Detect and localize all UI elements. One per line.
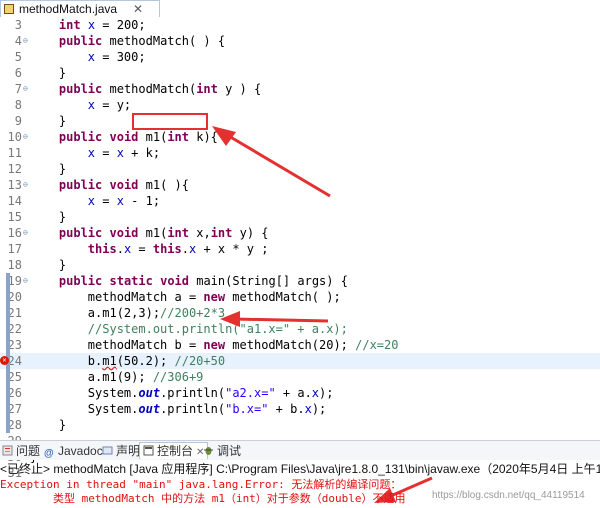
tab-javadoc-label: Javadoc [58, 444, 103, 458]
debug-icon [204, 447, 213, 455]
tab-debug[interactable]: 调试 [203, 443, 241, 459]
tab-javadoc[interactable]: @ Javadoc [44, 443, 103, 459]
arrow-to-error-call [220, 311, 329, 327]
tab-declaration[interactable]: 声明 [102, 443, 140, 459]
annotation-arrows [212, 126, 433, 503]
tab-problems-label: 问题 [16, 444, 41, 458]
console-status-line: <已终止> methodMatch [Java 应用程序] C:\Program… [0, 462, 600, 476]
tab-problems[interactable]: 问题 [2, 443, 40, 459]
declaration-icon [102, 446, 113, 455]
watermark: https://blog.csdn.net/qq_44119514 [432, 490, 585, 501]
tab-debug-label: 调试 [217, 444, 242, 458]
console-tabbar: 问题 @ Javadoc 声明 控制台 ✕ 调试 [0, 440, 600, 460]
tab-declaration-label: 声明 [116, 444, 141, 458]
tab-console[interactable]: 控制台 ✕ [139, 442, 209, 459]
problems-icon [2, 445, 13, 456]
tab-console-label: 控制台 [157, 444, 194, 458]
console-icon [143, 445, 154, 456]
arrow-to-method-signature [212, 126, 331, 198]
javadoc-icon: @ [44, 448, 54, 459]
